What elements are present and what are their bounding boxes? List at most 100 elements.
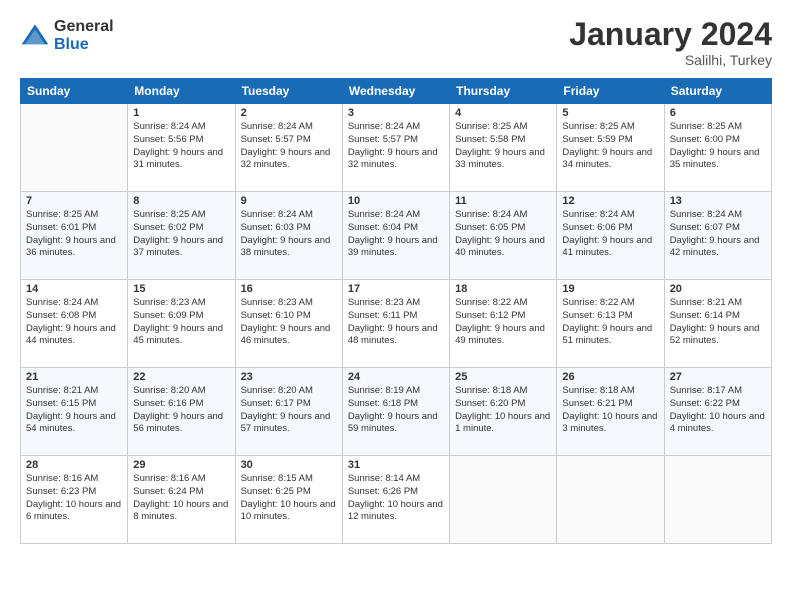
calendar-cell: 27 Sunrise: 8:17 AMSunset: 6:22 PMDayligh… [664,368,771,456]
cell-details: Sunrise: 8:22 AMSunset: 6:13 PMDaylight:… [562,297,658,348]
calendar-cell: 31Sunrise: 8:14 AMSunset: 6:26 PMDayligh… [342,456,449,544]
calendar-cell: 7 Sunrise: 8:25 AMSunset: 6:01 PMDaylight… [21,192,128,280]
calendar-cell: 26 Sunrise: 8:18 AMSunset: 6:21 PMDayligh… [557,368,664,456]
cell-details: Sunrise: 8:18 AMSunset: 6:20 PMDaylight:… [455,385,551,436]
calendar-cell: 4 Sunrise: 8:25 AMSunset: 5:58 PMDaylight… [450,104,557,192]
day-number: 4 [455,107,551,119]
cell-details: Sunrise: 8:24 AMSunset: 6:05 PMDaylight:… [455,209,551,260]
calendar-cell: 5 Sunrise: 8:25 AMSunset: 5:59 PMDaylight… [557,104,664,192]
cell-details: Sunrise: 8:25 AMSunset: 6:01 PMDaylight:… [26,209,122,260]
cell-details: Sunrise: 8:24 AMSunset: 5:57 PMDaylight:… [241,121,337,172]
location: Salilhi, Turkey [569,52,772,68]
calendar-cell: 8Sunrise: 8:25 AMSunset: 6:02 PMDaylight… [128,192,235,280]
cell-details: Sunrise: 8:25 AMSunset: 6:02 PMDaylight:… [133,209,229,260]
weekday-header-row: SundayMondayTuesdayWednesdayThursdayFrid… [21,79,772,104]
calendar-week-row: 28 Sunrise: 8:16 AMSunset: 6:23 PMDayligh… [21,456,772,544]
day-number: 26 [562,371,658,383]
cell-details: Sunrise: 8:20 AMSunset: 6:17 PMDaylight:… [241,385,337,436]
day-number: 12 [562,195,658,207]
cell-details: Sunrise: 8:23 AMSunset: 6:09 PMDaylight:… [133,297,229,348]
weekday-header-cell: Sunday [21,79,128,104]
cell-details: Sunrise: 8:18 AMSunset: 6:21 PMDaylight:… [562,385,658,436]
header: General Blue January 2024 Salilhi, Turke… [20,18,772,68]
cell-details: Sunrise: 8:23 AMSunset: 6:11 PMDaylight:… [348,297,444,348]
day-number: 9 [241,195,337,207]
calendar-cell: 11 Sunrise: 8:24 AMSunset: 6:05 PMDayligh… [450,192,557,280]
day-number: 19 [562,283,658,295]
logo-general: General [54,18,114,36]
calendar-cell: 14 Sunrise: 8:24 AMSunset: 6:08 PMDayligh… [21,280,128,368]
day-number: 14 [26,283,122,295]
calendar-cell: 19 Sunrise: 8:22 AMSunset: 6:13 PMDayligh… [557,280,664,368]
cell-details: Sunrise: 8:24 AMSunset: 6:08 PMDaylight:… [26,297,122,348]
weekday-header-cell: Friday [557,79,664,104]
day-number: 7 [26,195,122,207]
day-number: 10 [348,195,444,207]
calendar-week-row: 7 Sunrise: 8:25 AMSunset: 6:01 PMDaylight… [21,192,772,280]
calendar-week-row: 14 Sunrise: 8:24 AMSunset: 6:08 PMDayligh… [21,280,772,368]
title-block: January 2024 Salilhi, Turkey [569,18,772,68]
cell-details: Sunrise: 8:20 AMSunset: 6:16 PMDaylight:… [133,385,229,436]
cell-details: Sunrise: 8:23 AMSunset: 6:10 PMDaylight:… [241,297,337,348]
day-number: 28 [26,459,122,471]
cell-details: Sunrise: 8:24 AMSunset: 5:56 PMDaylight:… [133,121,229,172]
day-number: 31 [348,459,444,471]
cell-details: Sunrise: 8:21 AMSunset: 6:15 PMDaylight:… [26,385,122,436]
cell-details: Sunrise: 8:24 AMSunset: 6:07 PMDaylight:… [670,209,766,260]
day-number: 22 [133,371,229,383]
calendar-cell: 2Sunrise: 8:24 AMSunset: 5:57 PMDaylight… [235,104,342,192]
cell-details: Sunrise: 8:21 AMSunset: 6:14 PMDaylight:… [670,297,766,348]
weekday-header-cell: Wednesday [342,79,449,104]
cell-details: Sunrise: 8:17 AMSunset: 6:22 PMDaylight:… [670,385,766,436]
calendar-cell: 15 Sunrise: 8:23 AMSunset: 6:09 PMDayligh… [128,280,235,368]
cell-details: Sunrise: 8:25 AMSunset: 5:59 PMDaylight:… [562,121,658,172]
calendar-cell: 28 Sunrise: 8:16 AMSunset: 6:23 PMDayligh… [21,456,128,544]
cell-details: Sunrise: 8:25 AMSunset: 5:58 PMDaylight:… [455,121,551,172]
day-number: 1 [133,107,229,119]
calendar-cell: 30Sunrise: 8:15 AMSunset: 6:25 PMDayligh… [235,456,342,544]
cell-details: Sunrise: 8:16 AMSunset: 6:24 PMDaylight:… [133,473,229,524]
calendar-cell: 13 Sunrise: 8:24 AMSunset: 6:07 PMDayligh… [664,192,771,280]
day-number: 21 [26,371,122,383]
calendar-cell [21,104,128,192]
calendar-cell: 20Sunrise: 8:21 AMSunset: 6:14 PMDayligh… [664,280,771,368]
cell-details: Sunrise: 8:16 AMSunset: 6:23 PMDaylight:… [26,473,122,524]
calendar-cell: 23 Sunrise: 8:20 AMSunset: 6:17 PMDayligh… [235,368,342,456]
calendar-cell: 25 Sunrise: 8:18 AMSunset: 6:20 PMDayligh… [450,368,557,456]
weekday-header-cell: Thursday [450,79,557,104]
cell-details: Sunrise: 8:22 AMSunset: 6:12 PMDaylight:… [455,297,551,348]
day-number: 13 [670,195,766,207]
weekday-header-cell: Monday [128,79,235,104]
calendar-week-row: 21 Sunrise: 8:21 AMSunset: 6:15 PMDayligh… [21,368,772,456]
day-number: 6 [670,107,766,119]
calendar-cell: 9Sunrise: 8:24 AMSunset: 6:03 PMDaylight… [235,192,342,280]
logo-icon [20,21,50,51]
calendar-cell: 10 Sunrise: 8:24 AMSunset: 6:04 PMDayligh… [342,192,449,280]
calendar-cell: 1 Sunrise: 8:24 AMSunset: 5:56 PMDaylight… [128,104,235,192]
calendar-cell: 24Sunrise: 8:19 AMSunset: 6:18 PMDayligh… [342,368,449,456]
cell-details: Sunrise: 8:24 AMSunset: 5:57 PMDaylight:… [348,121,444,172]
day-number: 5 [562,107,658,119]
calendar: SundayMondayTuesdayWednesdayThursdayFrid… [20,78,772,544]
day-number: 29 [133,459,229,471]
month-year: January 2024 [569,18,772,50]
calendar-week-row: 1 Sunrise: 8:24 AMSunset: 5:56 PMDaylight… [21,104,772,192]
calendar-cell: 21 Sunrise: 8:21 AMSunset: 6:15 PMDayligh… [21,368,128,456]
calendar-cell: 17 Sunrise: 8:23 AMSunset: 6:11 PMDayligh… [342,280,449,368]
calendar-body: 1 Sunrise: 8:24 AMSunset: 5:56 PMDaylight… [21,104,772,544]
day-number: 23 [241,371,337,383]
day-number: 11 [455,195,551,207]
day-number: 17 [348,283,444,295]
day-number: 16 [241,283,337,295]
calendar-cell: 29 Sunrise: 8:16 AMSunset: 6:24 PMDayligh… [128,456,235,544]
day-number: 24 [348,371,444,383]
day-number: 25 [455,371,551,383]
day-number: 3 [348,107,444,119]
calendar-cell: 6Sunrise: 8:25 AMSunset: 6:00 PMDaylight… [664,104,771,192]
day-number: 15 [133,283,229,295]
calendar-cell [450,456,557,544]
cell-details: Sunrise: 8:24 AMSunset: 6:04 PMDaylight:… [348,209,444,260]
day-number: 27 [670,371,766,383]
weekday-header-cell: Tuesday [235,79,342,104]
page: General Blue January 2024 Salilhi, Turke… [0,0,792,612]
